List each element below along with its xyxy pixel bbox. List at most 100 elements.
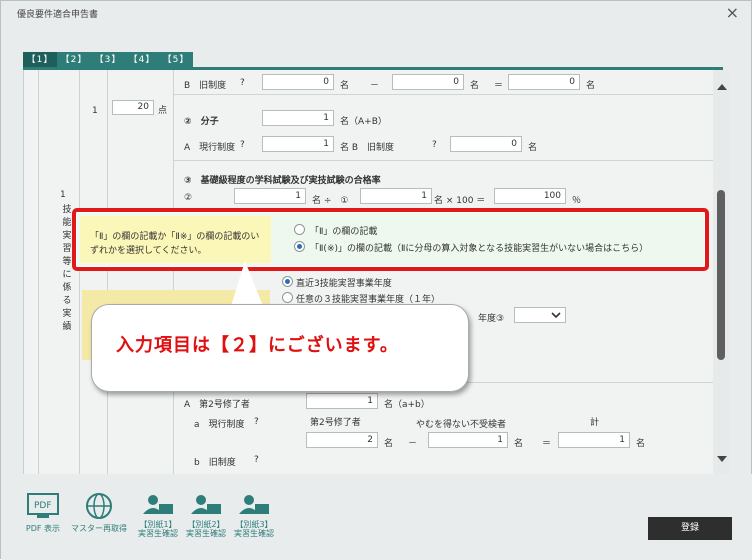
pdf-view-label: PDF 表示 — [25, 524, 61, 533]
year-select[interactable] — [514, 307, 566, 323]
callout-bubble: 入力項目は【２】にございます。 — [91, 304, 469, 392]
excused-field[interactable]: 1 — [428, 432, 508, 448]
highlighted-selection-row: 「Ⅱ」の欄の記載か「Ⅱ※」の欄の記載のいずれかを選択してください。 「Ⅱ」の欄の… — [72, 208, 709, 271]
b-old-field-3[interactable]: 0 — [508, 74, 580, 90]
unit: 名 — [514, 439, 524, 449]
equals-sign: ＝ — [542, 439, 552, 449]
selection-prompt-cell: 「Ⅱ」の欄の記載か「Ⅱ※」の欄の記載のいずれかを選択してください。 — [80, 216, 271, 263]
total-field[interactable]: 1 — [558, 432, 630, 448]
master-refresh-button[interactable]: マスター再取得 — [67, 492, 131, 533]
option-ii-note-radio[interactable] — [294, 241, 305, 252]
a2-field[interactable]: 1 — [306, 393, 378, 409]
col-header-excused: やむを得ない不受検者 — [416, 420, 507, 430]
period-radio-custom[interactable] — [282, 292, 293, 303]
window-title: 優良要件適合申告書 — [17, 10, 99, 20]
help-icon[interactable]: ? — [254, 455, 259, 465]
period-radio-recent[interactable] — [282, 276, 293, 287]
globe-icon — [86, 493, 112, 519]
tab-bar: 【1】 【2】 【3】 【4】 【5】 — [23, 52, 193, 68]
unit: 名 — [340, 81, 350, 91]
percent-unit: ％ — [572, 196, 582, 206]
a2-unit: 名（a+b） — [384, 400, 430, 410]
points-field[interactable]: 20 — [112, 100, 154, 115]
minus-sign: － — [408, 439, 418, 449]
help-icon[interactable]: ? — [240, 78, 245, 88]
numerator-unit: 名（A+B） — [340, 117, 387, 127]
numerator-field[interactable]: 1 — [262, 110, 334, 126]
scroll-thumb[interactable] — [717, 190, 725, 360]
pass-rate-field-2[interactable]: 1 — [360, 188, 432, 204]
b-field[interactable]: 0 — [450, 136, 522, 152]
pdf-view-button[interactable]: PDF PDF 表示 — [21, 492, 65, 533]
category-number: 1 — [60, 190, 66, 200]
svg-text:PDF: PDF — [34, 501, 52, 511]
period-recent-label: 直近3技能実習事業年度 — [296, 279, 392, 289]
appendix3-label: 【別紙3】 実習生確認 — [234, 520, 274, 538]
scroll-up-icon[interactable] — [717, 84, 727, 90]
a-current-label: A 現行制度 — [184, 143, 236, 153]
vertical-scrollbar[interactable] — [713, 70, 729, 474]
selection-prompt: 「Ⅱ」の欄の記載か「Ⅱ※」の欄の記載のいずれかを選択してください。 — [90, 232, 260, 256]
close-icon[interactable]: × — [726, 3, 739, 22]
appendix2-trainee-button[interactable]: 【別紙2】 実習生確認 — [183, 492, 229, 538]
b-old-field-1[interactable]: 0 — [262, 74, 334, 90]
divide-op: 名 ÷ ① — [312, 196, 349, 206]
help-icon[interactable]: ? — [240, 140, 245, 150]
col-header-completed: 第2号修了者 — [310, 418, 361, 428]
equals-sign: ＝ — [494, 81, 504, 91]
divider — [174, 160, 713, 161]
a-current-unit: 名 B 旧制度 — [340, 143, 395, 153]
appendix1-trainee-button[interactable]: 【別紙1】 実習生確認 — [135, 492, 181, 538]
pass-rate-field-1[interactable]: 1 — [234, 188, 306, 204]
points-unit: 点 — [158, 106, 168, 116]
help-icon[interactable]: ? — [254, 417, 259, 427]
unit: 名 — [470, 81, 480, 91]
a-current-field[interactable]: 1 — [262, 136, 334, 152]
dialog-window: 優良要件適合申告書 × 【1】 【2】 【3】 【4】 【5】 1 技能実習等に… — [0, 0, 752, 560]
appendix3-trainee-button[interactable]: 【別紙3】 実習生確認 — [231, 492, 277, 538]
row-number-column — [80, 70, 108, 474]
person-icon — [143, 495, 173, 514]
b-old-label: B 旧制度 — [184, 81, 227, 91]
tab-3[interactable]: 【3】 — [91, 52, 125, 68]
person-icon — [191, 495, 221, 514]
form-content: 1 技能実習等に係る実績 1 20 点 B 旧制度 ? 0 名 － 0 名 ＝ … — [23, 70, 713, 474]
tab-1[interactable]: 【1】 — [23, 52, 57, 68]
register-button[interactable]: 登録 — [648, 517, 732, 540]
unit: 名 — [384, 439, 394, 449]
appendix2-label: 【別紙2】 実習生確認 — [186, 520, 226, 538]
master-refresh-label: マスター再取得 — [71, 524, 127, 533]
completed-field[interactable]: 2 — [306, 432, 378, 448]
unit: 名 — [586, 81, 596, 91]
option-ii-radio[interactable] — [294, 224, 305, 235]
category-column — [38, 70, 80, 474]
row-number: 1 — [92, 106, 98, 116]
scroll-down-icon[interactable] — [717, 456, 727, 462]
divider — [174, 94, 713, 95]
unit: 名 — [528, 143, 538, 153]
tab-2[interactable]: 【2】 — [57, 52, 91, 68]
multiply-op: 名 × 100 ＝ — [434, 196, 486, 206]
chevron-down-icon — [551, 312, 561, 319]
option-ii-label[interactable]: 「Ⅱ」の欄の記載 — [310, 224, 377, 237]
col-header-total: 計 — [590, 418, 600, 428]
appendix1-label: 【別紙1】 実習生確認 — [138, 520, 178, 538]
help-icon[interactable]: ? — [432, 140, 437, 150]
callout-tail — [231, 261, 263, 306]
pdf-icon: PDF — [27, 493, 59, 518]
b-old-field-2[interactable]: 0 — [392, 74, 464, 90]
year-label: 年度③ — [478, 314, 505, 324]
numerator-title: ② 分子 — [184, 117, 219, 127]
callout-text: 入力項目は【２】にございます。 — [116, 335, 399, 356]
pass-rate-title: ③ 基礎級程度の学科試験及び実技試験の合格率 — [184, 176, 381, 186]
bottom-toolbar: PDF PDF 表示 マスター再取得 【別紙1】 実習生確認 【別紙2】 実習生… — [1, 474, 752, 560]
tab-5[interactable]: 【5】 — [159, 52, 193, 68]
pass-rate-label: ② — [184, 193, 193, 203]
a2-label: A 第2号修了者 — [184, 400, 250, 410]
a-current2-label: a 現行制度 — [194, 420, 245, 430]
pass-rate-result[interactable]: 100 — [494, 188, 566, 204]
option-ii-note-label[interactable]: 「Ⅱ(※)」の欄の記載（Ⅱに分母の算入対象となる技能実習生がいない場合はこちら） — [310, 241, 648, 254]
person-icon — [239, 495, 269, 514]
tab-4[interactable]: 【4】 — [125, 52, 159, 68]
unit: 名 — [636, 439, 646, 449]
